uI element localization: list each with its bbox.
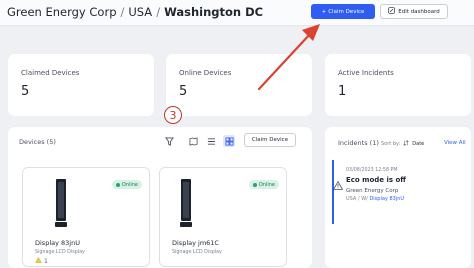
annotation-arrow-icon bbox=[257, 24, 320, 91]
